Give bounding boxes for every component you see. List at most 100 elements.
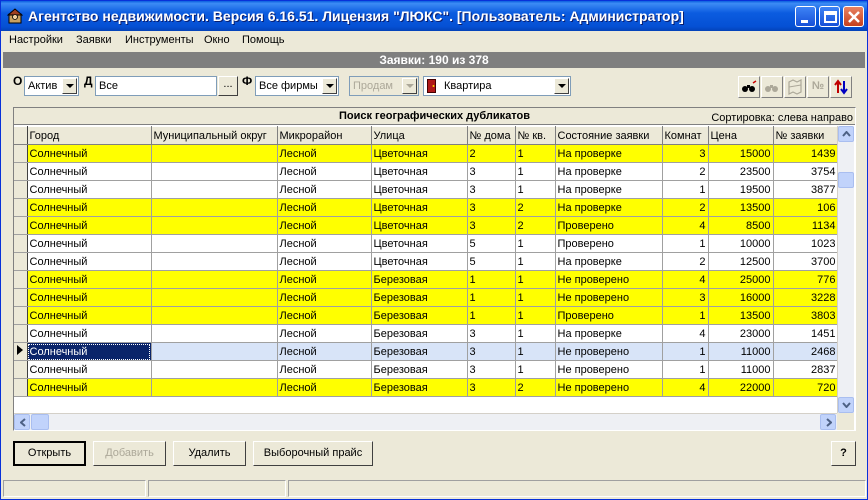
- grid-cell-street[interactable]: Березовая: [371, 270, 468, 289]
- row-indicator-cell[interactable]: [14, 216, 28, 235]
- binoculars-button[interactable]: [738, 76, 760, 98]
- grid-cell-street[interactable]: Цветочная: [371, 198, 468, 217]
- grid-cell-house[interactable]: 5: [467, 234, 516, 253]
- col-header-district[interactable]: Муниципальный округ: [151, 126, 278, 145]
- grid-cell-house[interactable]: 3: [467, 360, 516, 379]
- grid-cell-micro[interactable]: Лесной: [277, 162, 372, 181]
- row-indicator-cell[interactable]: [14, 360, 28, 379]
- grid-cell-id[interactable]: 776: [773, 270, 839, 289]
- grid-cell-rooms[interactable]: 1: [662, 360, 709, 379]
- grid-cell-flat[interactable]: 1: [515, 252, 556, 271]
- browse-button[interactable]: ...: [218, 76, 238, 96]
- grid-cell-id[interactable]: 3700: [773, 252, 839, 271]
- grid-cell-id[interactable]: 1134: [773, 216, 839, 235]
- grid-cell-micro[interactable]: Лесной: [277, 306, 372, 325]
- close-button[interactable]: [843, 6, 864, 27]
- grid-cell-street[interactable]: Березовая: [371, 360, 468, 379]
- grid-cell-micro[interactable]: Лесной: [277, 252, 372, 271]
- grid-cell-state[interactable]: Проверено: [555, 234, 663, 253]
- row-indicator-cell[interactable]: [14, 324, 28, 343]
- grid-cell-micro[interactable]: Лесной: [277, 378, 372, 397]
- grid-cell-city[interactable]: Солнечный: [27, 288, 152, 307]
- grid-cell-id[interactable]: 3228: [773, 288, 839, 307]
- grid-cell-flat[interactable]: 2: [515, 378, 556, 397]
- agent-filter-field[interactable]: Все: [95, 76, 217, 96]
- menu-requests[interactable]: Заявки: [76, 34, 112, 46]
- grid-cell-flat[interactable]: 1: [515, 306, 556, 325]
- grid-cell-flat[interactable]: 1: [515, 234, 556, 253]
- grid-cell-rooms[interactable]: 4: [662, 378, 709, 397]
- grid-cell-rooms[interactable]: 2: [662, 162, 709, 181]
- grid-cell-district[interactable]: [151, 288, 278, 307]
- scroll-down-button[interactable]: [838, 397, 854, 413]
- table-row[interactable]: Солнечный Лесной Цветочная 3 1 На проверке 2 23…: [14, 162, 839, 181]
- help-button[interactable]: ?: [831, 441, 856, 466]
- grid-cell-price[interactable]: 15000: [708, 144, 774, 163]
- grid-cell-city[interactable]: Солнечный: [27, 144, 152, 163]
- grid-cell-house[interactable]: 3: [467, 180, 516, 199]
- row-indicator-cell[interactable]: [14, 234, 28, 253]
- grid-cell-city[interactable]: Солнечный: [27, 216, 152, 235]
- col-header-city[interactable]: Город: [27, 126, 152, 145]
- grid-cell-price[interactable]: 16000: [708, 288, 774, 307]
- price-list-button[interactable]: Выборочный прайс: [253, 441, 373, 466]
- col-header-street[interactable]: Улица: [371, 126, 468, 145]
- grid-cell-micro[interactable]: Лесной: [277, 360, 372, 379]
- grid-cell-micro[interactable]: Лесной: [277, 288, 372, 307]
- grid-cell-house[interactable]: 3: [467, 216, 516, 235]
- grid-cell-state[interactable]: На проверке: [555, 144, 663, 163]
- grid-cell-micro[interactable]: Лесной: [277, 324, 372, 343]
- col-header-request-id[interactable]: № заявки: [773, 126, 839, 145]
- property-type-combo[interactable]: Квартира: [423, 76, 571, 96]
- grid-cell-house[interactable]: 3: [467, 342, 516, 361]
- table-row[interactable]: Солнечный Лесной Цветочная 3 2 На проверке 2 13…: [14, 198, 839, 217]
- chevron-down-icon[interactable]: [554, 78, 569, 94]
- grid-cell-house[interactable]: 1: [467, 306, 516, 325]
- grid-cell-price[interactable]: 22000: [708, 378, 774, 397]
- horizontal-scrollbar[interactable]: [14, 413, 837, 430]
- grid-cell-price[interactable]: 13500: [708, 306, 774, 325]
- vertical-scrollbar[interactable]: [837, 126, 854, 414]
- grid-cell-price[interactable]: 8500: [708, 216, 774, 235]
- grid-cell-city[interactable]: Солнечный: [27, 306, 152, 325]
- scroll-right-button[interactable]: [820, 414, 836, 430]
- grid-cell-rooms[interactable]: 3: [662, 288, 709, 307]
- row-indicator-cell[interactable]: [14, 288, 28, 307]
- row-indicator-cell[interactable]: [14, 252, 28, 271]
- grid-cell-district[interactable]: [151, 234, 278, 253]
- table-row[interactable]: Солнечный Лесной Цветочная 3 2 Проверено 4 8500…: [14, 216, 839, 235]
- row-indicator-cell[interactable]: [14, 162, 28, 181]
- grid-cell-district[interactable]: [151, 162, 278, 181]
- grid-cell-micro[interactable]: Лесной: [277, 234, 372, 253]
- grid-cell-rooms[interactable]: 1: [662, 234, 709, 253]
- grid-cell-id[interactable]: 1439: [773, 144, 839, 163]
- table-row[interactable]: Солнечный Лесной Березовая 3 1 Не проверено 1 1…: [14, 360, 839, 379]
- grid-cell-district[interactable]: [151, 378, 278, 397]
- row-indicator-cell[interactable]: [14, 378, 28, 397]
- grid-cell-street[interactable]: Березовая: [371, 342, 468, 361]
- grid-cell-id[interactable]: 2837: [773, 360, 839, 379]
- grid-cell-state[interactable]: Не проверено: [555, 360, 663, 379]
- chevron-down-icon[interactable]: [322, 78, 337, 94]
- grid-cell-state[interactable]: На проверке: [555, 198, 663, 217]
- chevron-down-icon[interactable]: [62, 78, 77, 94]
- grid-cell-district[interactable]: [151, 324, 278, 343]
- horizontal-scroll-thumb[interactable]: [31, 414, 49, 430]
- table-row[interactable]: Солнечный Лесной Березовая 3 2 Не проверено 4 2…: [14, 378, 839, 397]
- col-header-house[interactable]: № дома: [467, 126, 516, 145]
- table-row[interactable]: Солнечный Лесной Березовая 1 1 Проверено 1 1350…: [14, 306, 839, 325]
- grid-cell-flat[interactable]: 1: [515, 288, 556, 307]
- grid-cell-state[interactable]: На проверке: [555, 252, 663, 271]
- col-header-microdistrict[interactable]: Микрорайон: [277, 126, 372, 145]
- grid-cell-id[interactable]: 1023: [773, 234, 839, 253]
- table-row[interactable]: Солнечный Лесной Березовая 1 1 Не проверено 3 1…: [14, 288, 839, 307]
- grid-cell-flat[interactable]: 1: [515, 162, 556, 181]
- grid-cell-city[interactable]: Солнечный: [27, 270, 152, 289]
- grid-cell-city[interactable]: Солнечный: [27, 234, 152, 253]
- grid-cell-street[interactable]: Цветочная: [371, 216, 468, 235]
- grid-cell-house[interactable]: 1: [467, 270, 516, 289]
- grid-cell-id[interactable]: 3803: [773, 306, 839, 325]
- grid-cell-rooms[interactable]: 4: [662, 216, 709, 235]
- grid-cell-id[interactable]: 720: [773, 378, 839, 397]
- col-header-flat[interactable]: № кв.: [515, 126, 556, 145]
